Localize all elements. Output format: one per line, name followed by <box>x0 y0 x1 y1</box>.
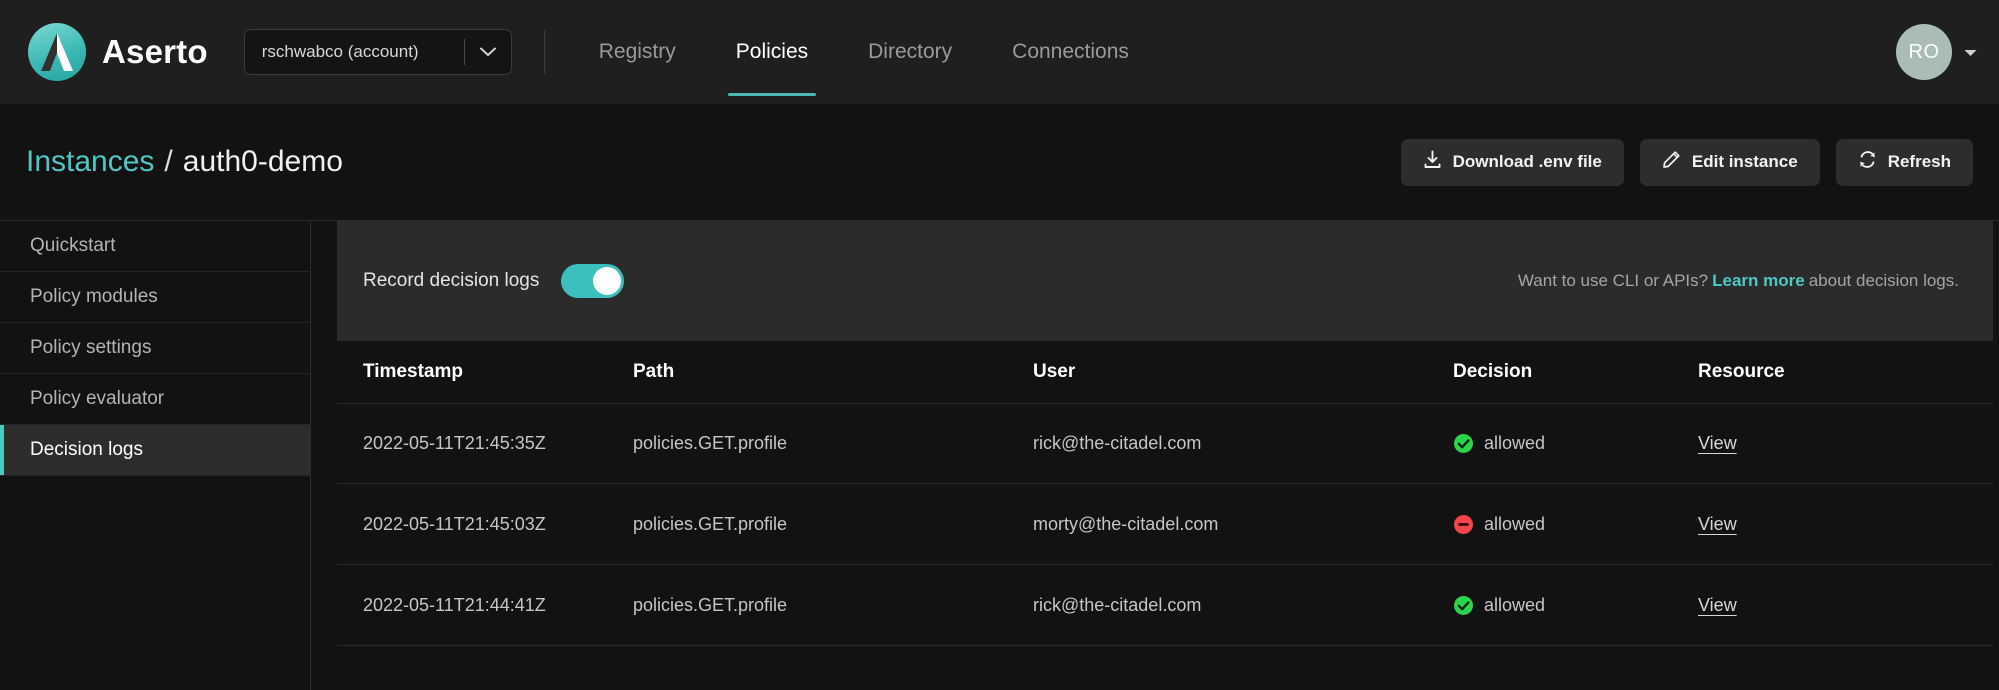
sidebar-item-policy-modules[interactable]: Policy modules <box>0 272 310 323</box>
cell-path: policies.GET.profile <box>633 513 788 534</box>
brand-logo[interactable]: Aserto <box>28 23 208 81</box>
breadcrumb-parent-link[interactable]: Instances <box>26 145 154 179</box>
user-menu[interactable]: RO <box>1896 0 1977 104</box>
cell-timestamp: 2022-05-11T21:45:35Z <box>363 433 546 453</box>
column-header-decision: Decision <box>1453 361 1533 382</box>
button-label: Refresh <box>1887 152 1951 171</box>
decision-label: allowed <box>1484 513 1546 534</box>
cell-path: policies.GET.profile <box>633 594 788 615</box>
cell-path: policies.GET.profile <box>633 433 788 453</box>
sidebar-item-policy-settings[interactable]: Policy settings <box>0 323 310 374</box>
cli-api-hint: Want to use CLI or APIs? Learn more about … <box>1518 271 1959 291</box>
refresh-button[interactable]: Refresh <box>1835 138 1973 186</box>
sidebar-item-decision-logs[interactable]: Decision logs <box>0 425 310 476</box>
minus-circle-icon <box>1453 514 1474 535</box>
main-content: Record decision logs Want to use CLI or … <box>311 221 1999 690</box>
sidebar-item-label: Quickstart <box>30 235 116 256</box>
cell-user: rick@the-citadel.com <box>1033 594 1202 615</box>
download-env-file-button[interactable]: Download .env file <box>1400 138 1624 186</box>
decision-logs-table: Timestamp Path User Decision Resource 20… <box>337 341 1993 646</box>
decision-label: allowed <box>1484 433 1546 453</box>
nav-tab-registry[interactable]: Registry <box>569 0 706 104</box>
breadcrumb-current: auth0-demo <box>182 145 343 178</box>
breadcrumb: Instances / auth0-demo <box>26 145 343 179</box>
aserto-logo-icon <box>28 23 86 81</box>
check-circle-icon <box>1453 433 1474 454</box>
column-header-resource: Resource <box>1698 361 1785 382</box>
cell-timestamp: 2022-05-11T21:45:03Z <box>363 513 546 534</box>
cell-decision: allowed <box>1453 595 1698 616</box>
record-toggle-group: Record decision logs <box>363 264 625 298</box>
download-icon <box>1423 150 1442 174</box>
cell-resource: View <box>1698 433 1993 454</box>
brand-name: Aserto <box>102 33 208 70</box>
sidebar-item-label: Decision logs <box>30 439 143 460</box>
nav-tab-policies[interactable]: Policies <box>706 0 838 104</box>
chevron-down-icon <box>465 47 511 57</box>
nav-tab-label: Connections <box>1012 40 1129 63</box>
cell-decision: allowed <box>1453 514 1698 535</box>
nav-tab-label: Registry <box>598 40 676 63</box>
page-subheader: Instances / auth0-demo Download .env fil… <box>0 104 1999 220</box>
sidebar-item-policy-evaluator[interactable]: Policy evaluator <box>0 374 310 425</box>
record-decision-logs-label: Record decision logs <box>363 270 540 291</box>
edit-instance-button[interactable]: Edit instance <box>1639 138 1820 186</box>
decision-label: allowed <box>1484 594 1546 615</box>
cell-user: morty@the-citadel.com <box>1033 513 1219 534</box>
avatar[interactable]: RO <box>1896 24 1952 80</box>
nav-divider <box>543 30 545 74</box>
page-body: Quickstart Policy modules Policy setting… <box>0 220 1999 690</box>
cell-timestamp: 2022-05-11T21:44:41Z <box>363 594 546 615</box>
nav-tab-label: Policies <box>735 40 809 63</box>
view-link[interactable]: View <box>1698 595 1737 615</box>
page-actions: Download .env file Edit instance Refresh <box>1400 138 1973 186</box>
cell-decision: allowed <box>1453 433 1698 454</box>
button-label: Edit instance <box>1691 152 1798 171</box>
hint-suffix: about decision logs. <box>1808 271 1959 290</box>
learn-more-link[interactable]: Learn more <box>1708 271 1809 290</box>
primary-nav: Registry Policies Directory Connections <box>569 0 1159 104</box>
top-navigation-bar: Aserto rschwabco (account) Registry Poli… <box>0 0 1999 104</box>
avatar-initials: RO <box>1908 40 1940 63</box>
record-decision-logs-panel: Record decision logs Want to use CLI or … <box>337 221 1993 341</box>
pencil-icon <box>1662 150 1681 174</box>
refresh-icon <box>1858 150 1877 174</box>
caret-down-icon[interactable] <box>1964 45 1977 60</box>
table-header-row: Timestamp Path User Decision Resource <box>337 341 1993 403</box>
view-link[interactable]: View <box>1698 514 1737 534</box>
sidebar-item-label: Policy modules <box>30 286 158 307</box>
nav-tab-directory[interactable]: Directory <box>838 0 982 104</box>
table-row[interactable]: 2022-05-11T21:44:41Z policies.GET.profil… <box>337 565 1993 646</box>
breadcrumb-separator: / <box>164 145 173 178</box>
cell-resource: View <box>1698 595 1993 616</box>
view-link[interactable]: View <box>1698 433 1737 453</box>
toggle-knob <box>593 267 622 295</box>
sidebar-item-label: Policy evaluator <box>30 388 165 409</box>
column-header-user: User <box>1033 361 1076 382</box>
cell-user: rick@the-citadel.com <box>1033 433 1202 453</box>
column-header-timestamp: Timestamp <box>363 361 463 382</box>
column-header-path: Path <box>633 361 675 382</box>
cell-resource: View <box>1698 514 1993 535</box>
table-row[interactable]: 2022-05-11T21:45:03Z policies.GET.profil… <box>337 484 1993 565</box>
record-decision-logs-toggle[interactable] <box>561 264 625 298</box>
sidebar-item-quickstart[interactable]: Quickstart <box>0 221 310 272</box>
sidebar-item-label: Policy settings <box>30 337 152 358</box>
account-selector-value: rschwabco (account) <box>261 42 419 61</box>
account-selector[interactable]: rschwabco (account) <box>243 29 512 75</box>
table-row[interactable]: 2022-05-11T21:45:35Z policies.GET.profil… <box>337 403 1993 484</box>
sidebar: Quickstart Policy modules Policy setting… <box>0 221 311 690</box>
hint-prefix: Want to use CLI or APIs? <box>1517 271 1709 290</box>
nav-tab-label: Directory <box>868 40 953 63</box>
check-circle-icon <box>1453 595 1474 616</box>
button-label: Download .env file <box>1452 152 1602 171</box>
nav-tab-connections[interactable]: Connections <box>982 0 1159 104</box>
